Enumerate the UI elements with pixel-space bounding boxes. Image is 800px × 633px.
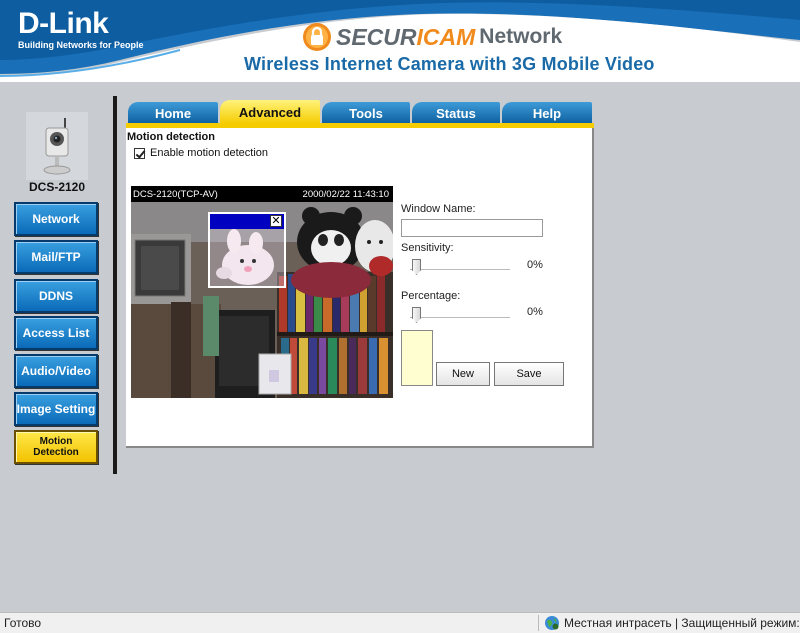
- sidebar-item-mail-ftp[interactable]: Mail/FTP: [14, 240, 98, 274]
- percentage-slider-track: [410, 317, 510, 318]
- motion-detection-panel: Motion detection Enable motion detection…: [126, 128, 594, 448]
- live-video-view[interactable]: ✕: [131, 202, 393, 398]
- brand-tagline: Building Networks for People: [18, 40, 144, 50]
- video-timestamp: 2000/02/22 11:43:10: [302, 188, 389, 200]
- enable-motion-label: Enable motion detection: [150, 147, 269, 159]
- status-text: Готово: [4, 616, 42, 630]
- camera-product-image: [26, 112, 88, 180]
- close-icon[interactable]: ✕: [270, 215, 282, 227]
- sensitivity-label: Sensitivity:: [401, 242, 454, 254]
- dlink-logo: D-Link Building Networks for People: [18, 7, 144, 51]
- window-color-swatch: [401, 330, 433, 386]
- product-subtitle: Wireless Internet Camera with 3G Mobile …: [244, 54, 655, 74]
- video-header-bar: DCS-2120(TCP-AV) 2000/02/22 11:43:10: [131, 186, 393, 202]
- sidebar-item-motion-detection[interactable]: Motion Detection: [14, 430, 98, 464]
- globe-icon: [545, 616, 559, 630]
- percentage-label: Percentage:: [401, 290, 461, 302]
- sensitivity-slider[interactable]: [410, 259, 510, 275]
- status-separator: [538, 615, 539, 631]
- page-header: D-Link Building Networks for People SECU…: [0, 0, 800, 82]
- tab-help[interactable]: Help: [502, 102, 592, 124]
- securicam-logo: SECUR ICAM Network: [302, 22, 562, 52]
- main-tabs: Home Advanced Tools Status Help: [128, 100, 594, 124]
- tab-tools[interactable]: Tools: [322, 102, 410, 124]
- percentage-slider[interactable]: [410, 307, 510, 323]
- plush-bunny-image: [216, 229, 274, 285]
- sidebar-item-access-list[interactable]: Access List: [14, 316, 98, 350]
- sensitivity-slider-track: [410, 269, 510, 270]
- securicam-network: Network: [479, 25, 563, 48]
- tab-status[interactable]: Status: [412, 102, 500, 124]
- enable-motion-row: Enable motion detection: [134, 147, 268, 159]
- tab-home[interactable]: Home: [128, 102, 218, 124]
- save-button[interactable]: Save: [494, 362, 564, 386]
- motion-window-region[interactable]: ✕: [208, 212, 286, 288]
- motion-window-titlebar[interactable]: ✕: [210, 214, 284, 229]
- percentage-value: 0%: [527, 306, 543, 318]
- sensitivity-slider-thumb[interactable]: [412, 259, 421, 275]
- browser-status-bar: Готово Местная интрасеть | Защищенный ре…: [0, 612, 800, 633]
- enable-motion-checkbox[interactable]: [134, 147, 145, 159]
- tab-advanced[interactable]: Advanced: [220, 100, 320, 124]
- percentage-slider-thumb[interactable]: [412, 307, 421, 323]
- lock-icon: [303, 23, 331, 51]
- sidebar-item-audio-video[interactable]: Audio/Video: [14, 354, 98, 388]
- sidebar-divider: [113, 96, 117, 474]
- brand-name: D-Link: [18, 7, 109, 40]
- camera-model-label: DCS-2120: [28, 180, 86, 194]
- section-title: Motion detection: [127, 131, 215, 143]
- sensitivity-value: 0%: [527, 259, 543, 271]
- sidebar-item-image-setting[interactable]: Image Setting: [14, 392, 98, 426]
- securicam-secur: SECUR: [336, 23, 417, 50]
- securicam-icam: ICAM: [416, 23, 476, 50]
- window-name-input[interactable]: [401, 219, 543, 237]
- sidebar-item-network[interactable]: Network: [14, 202, 98, 236]
- window-name-label: Window Name:: [401, 203, 476, 215]
- sidebar-item-ddns[interactable]: DDNS: [14, 279, 98, 313]
- new-window-button[interactable]: New: [436, 362, 490, 386]
- security-zone-text: Местная интрасеть | Защищенный режим:: [564, 616, 800, 630]
- video-source-label: DCS-2120(TCP-AV): [133, 188, 218, 200]
